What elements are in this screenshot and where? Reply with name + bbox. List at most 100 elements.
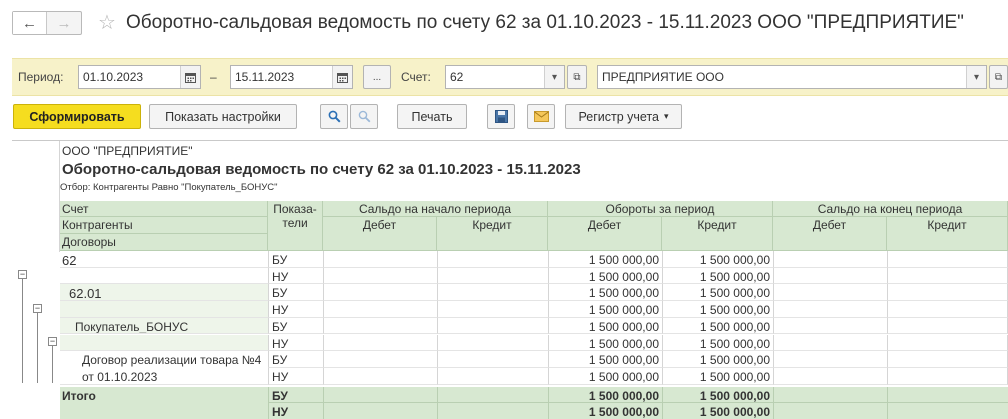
search-reset-button[interactable] (350, 104, 378, 129)
closing-debit-cell (773, 301, 887, 318)
total-opening-credit (437, 386, 548, 404)
row-name: 62.01 (60, 284, 268, 302)
date-to-field[interactable]: 15.11.2023 (230, 65, 353, 89)
turnover-debit-cell: 1 500 000,00 (548, 334, 662, 352)
title-bar: ← → ☆ Оборотно-сальдовая ведомость по сч… (12, 0, 1008, 50)
turnover-credit-cell: 1 500 000,00 (662, 284, 773, 302)
opening-debit-cell (323, 317, 437, 335)
row-indicator: НУ (268, 334, 323, 352)
period-select-button[interactable]: ... (363, 65, 391, 89)
collapse-icon[interactable]: − (48, 337, 57, 346)
header-turnover-credit: Кредит (662, 217, 773, 251)
total-closing-debit (773, 403, 887, 419)
row-indicator: БУ (268, 284, 323, 302)
search-button[interactable] (320, 104, 348, 129)
filter-bar: Период: 01.10.2023 – 15.11.2023 ... Счет… (12, 58, 1008, 96)
date-to-value: 15.11.2023 (235, 70, 295, 84)
account-select[interactable]: 62 ▾ (445, 65, 565, 89)
open-link-icon: ⧉ (573, 71, 581, 83)
send-email-button[interactable] (527, 104, 555, 129)
opening-credit-cell (437, 301, 548, 318)
header-indicators-line1: Показа- (273, 202, 317, 216)
row-indicator: НУ (268, 301, 323, 318)
collapse-icon[interactable]: − (33, 304, 42, 313)
turnover-debit-cell: 1 500 000,00 (548, 284, 662, 302)
turnover-debit-cell: 1 500 000,00 (548, 301, 662, 318)
arrow-left-icon: ← (22, 14, 37, 32)
total-opening-debit (323, 403, 437, 419)
header-opening-credit: Кредит (437, 217, 548, 251)
print-button[interactable]: Печать (397, 104, 467, 129)
total-turnover-credit: 1 500 000,00 (662, 403, 773, 419)
save-button[interactable] (487, 104, 515, 129)
header-turnover-debit: Дебет (548, 217, 662, 251)
organization-select[interactable]: ПРЕДПРИЯТИЕ ООО ▾ (597, 65, 987, 89)
row-name-empty (60, 301, 268, 318)
report-title: Оборотно-сальдовая ведомость по счету 62… (62, 161, 581, 178)
open-link-icon: ⧉ (994, 71, 1003, 83)
row-name: Покупатель_БОНУС (60, 317, 268, 335)
closing-credit-cell (887, 367, 1008, 385)
favorite-star-icon[interactable]: ☆ (98, 10, 116, 35)
closing-credit-cell (887, 334, 1008, 352)
opening-debit-cell (323, 301, 437, 318)
opening-debit-cell (323, 351, 437, 368)
register-menu-button[interactable]: Регистр учета ▾ (565, 104, 682, 129)
window-title: Оборотно-сальдовая ведомость по счету 62… (126, 12, 964, 33)
organization-value: ПРЕДПРИЯТИЕ ООО (602, 70, 724, 84)
turnover-credit-cell: 1 500 000,00 (662, 317, 773, 335)
forward-button[interactable]: → (47, 12, 81, 34)
total-turnover-debit: 1 500 000,00 (548, 386, 662, 404)
total-closing-credit (887, 403, 1008, 419)
header-indicators-line2: тели (282, 216, 308, 230)
row-indicator: НУ (268, 367, 323, 385)
period-dash: – (210, 70, 217, 84)
row-indicator: БУ (268, 351, 323, 368)
closing-debit-cell (773, 284, 887, 302)
closing-debit-cell (773, 267, 887, 285)
closing-credit-cell (887, 284, 1008, 302)
chevron-down-icon: ▾ (664, 111, 669, 121)
report-area: ООО "ПРЕДПРИЯТИЕ" Оборотно-сальдовая вед… (12, 140, 1008, 419)
total-closing-debit (773, 386, 887, 404)
closing-credit-cell (887, 267, 1008, 285)
opening-credit-cell (437, 267, 548, 285)
date-from-value: 01.10.2023 (83, 70, 144, 84)
date-from-field[interactable]: 01.10.2023 (78, 65, 201, 89)
row-name: 62 (60, 251, 268, 268)
account-label: Счет: (401, 70, 431, 84)
row-indicator: БУ (268, 251, 323, 268)
open-account-button[interactable]: ⧉ (567, 65, 587, 89)
closing-debit-cell (773, 251, 887, 268)
total-label: Итого (60, 386, 268, 419)
calendar-icon[interactable] (180, 66, 200, 88)
chevron-down-icon[interactable]: ▾ (966, 66, 986, 88)
opening-debit-cell (323, 334, 437, 352)
header-closing-credit: Кредит (887, 217, 1008, 251)
search-icon (328, 110, 341, 123)
total-indicator: НУ (268, 403, 323, 419)
header-opening-balance: Сальдо на начало периода (323, 201, 548, 217)
envelope-icon (533, 111, 549, 122)
turnover-debit-cell: 1 500 000,00 (548, 267, 662, 285)
search-clear-icon (358, 110, 370, 123)
generate-button[interactable]: Сформировать (13, 104, 141, 129)
opening-debit-cell (323, 267, 437, 285)
header-contracts: Договоры (60, 234, 268, 251)
calendar-icon[interactable] (332, 66, 352, 88)
total-turnover-debit: 1 500 000,00 (548, 403, 662, 419)
back-button[interactable]: ← (13, 12, 47, 34)
show-settings-button[interactable]: Показать настройки (149, 104, 297, 129)
open-organization-button[interactable]: ⧉ (989, 65, 1008, 89)
account-value: 62 (450, 70, 464, 84)
opening-credit-cell (437, 334, 548, 352)
arrow-right-icon: → (56, 14, 72, 32)
chevron-down-icon[interactable]: ▾ (544, 66, 564, 88)
turnover-credit-cell: 1 500 000,00 (662, 301, 773, 318)
row-indicator: НУ (268, 267, 323, 285)
closing-debit-cell (773, 334, 887, 352)
collapse-icon[interactable]: − (18, 270, 27, 279)
tree-line (52, 343, 53, 383)
row-indicator: БУ (268, 317, 323, 335)
row-name-empty (60, 334, 268, 352)
